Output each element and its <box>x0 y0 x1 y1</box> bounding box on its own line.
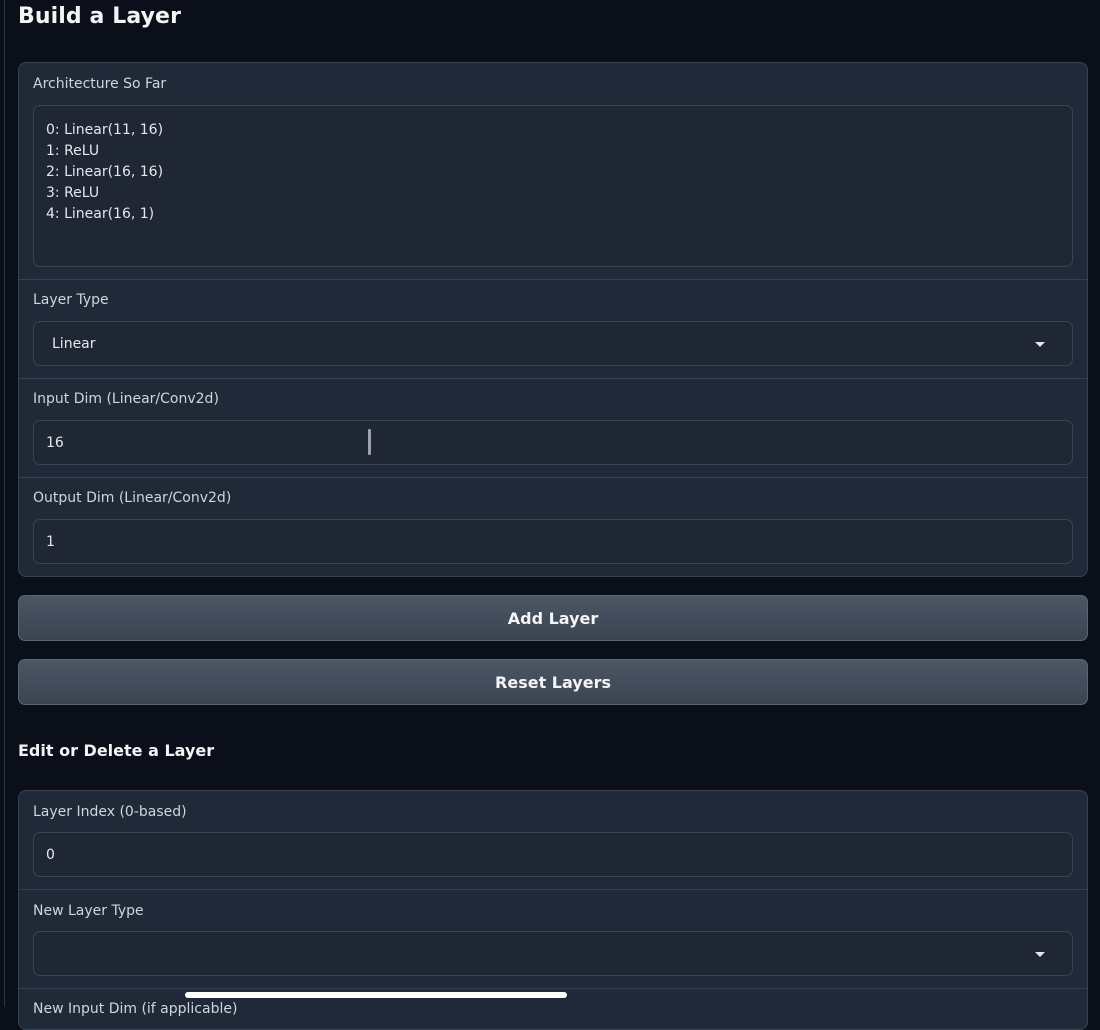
section-divider <box>19 477 1087 478</box>
output-dim-value: 1 <box>46 533 55 550</box>
architecture-line: 3: ReLU <box>46 185 100 201</box>
output-dim-label: Output Dim (Linear/Conv2d) <box>33 490 232 506</box>
edit-section-title: Edit or Delete a Layer <box>18 741 215 760</box>
layer-index-field[interactable]: 0 <box>33 832 1073 877</box>
layer-type-value: Linear <box>52 335 96 352</box>
new-layer-type-label: New Layer Type <box>33 903 144 919</box>
build-layer-panel: Architecture So Far 0: Linear(11, 16) 1:… <box>18 62 1088 577</box>
left-divider <box>4 0 5 1007</box>
layer-index-value: 0 <box>46 846 55 863</box>
page: Build a Layer Architecture So Far 0: Lin… <box>0 0 1100 1030</box>
architecture-line: 4: Linear(16, 1) <box>46 206 155 222</box>
architecture-line: 1: ReLU <box>46 143 100 159</box>
home-indicator <box>185 992 567 998</box>
output-dim-field[interactable]: 1 <box>33 519 1073 564</box>
section-divider <box>19 889 1087 890</box>
input-dim-field[interactable]: 16 <box>33 420 1073 465</box>
layer-type-select[interactable]: Linear <box>33 321 1073 366</box>
section-divider <box>19 378 1087 379</box>
architecture-textarea[interactable]: 0: Linear(11, 16) 1: ReLU 2: Linear(16, … <box>33 105 1073 267</box>
section-divider <box>19 279 1087 280</box>
architecture-label: Architecture So Far <box>33 76 167 92</box>
new-layer-type-select[interactable] <box>33 931 1073 976</box>
input-dim-label: Input Dim (Linear/Conv2d) <box>33 391 219 407</box>
dropdown-caret-icon[interactable] <box>1035 951 1045 957</box>
layer-index-label: Layer Index (0-based) <box>33 804 187 820</box>
section-divider <box>19 988 1087 989</box>
architecture-line: 2: Linear(16, 16) <box>46 164 164 180</box>
text-cursor <box>368 429 371 455</box>
layer-type-label: Layer Type <box>33 292 109 308</box>
add-layer-button[interactable]: Add Layer <box>18 595 1088 641</box>
page-title: Build a Layer <box>18 4 182 29</box>
new-input-dim-label: New Input Dim (if applicable) <box>33 1001 238 1017</box>
input-dim-value: 16 <box>46 434 64 451</box>
reset-layers-button[interactable]: Reset Layers <box>18 659 1088 705</box>
dropdown-caret-icon[interactable] <box>1035 341 1045 347</box>
architecture-line: 0: Linear(11, 16) <box>46 122 164 138</box>
